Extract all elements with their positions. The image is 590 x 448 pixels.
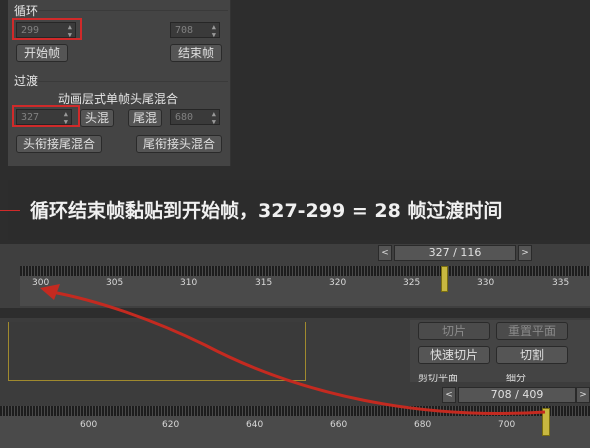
annotation-arrow-icon xyxy=(40,284,546,415)
